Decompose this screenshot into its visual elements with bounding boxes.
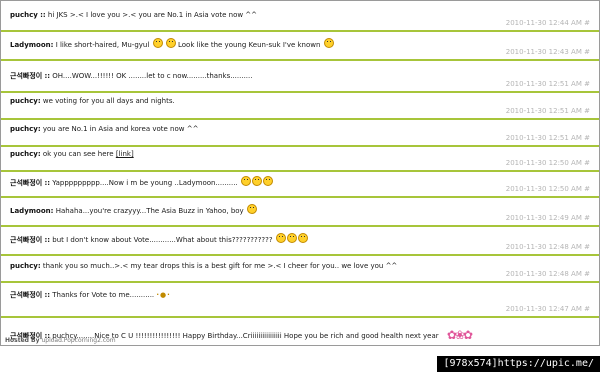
comment-text: you are No.1 in Asia and korea vote now …: [42, 125, 199, 133]
comment-item: puchcy: ok you can see here [link] 2010-…: [1, 147, 599, 172]
comment-text: we voting for you all days and nights.: [42, 97, 175, 105]
comment-text: Hahaha...you're crazyyy...The Asia Buzz …: [55, 207, 244, 215]
comment-date: 2010-11-30 12:44 AM: [505, 19, 582, 27]
comment-link[interactable]: [link]: [116, 150, 134, 158]
comment-permalink[interactable]: #: [584, 19, 590, 27]
comment-meta: 2010-11-30 12:49 AM #: [506, 214, 590, 222]
comment-item: puchcy: thank you so much..>.< my tear d…: [1, 256, 599, 283]
comment-item: Ladymoon: I like short-haired, Mu-gyul L…: [1, 32, 599, 61]
comment-text: Look like the young Keun-suk I've known: [178, 41, 321, 49]
comment-permalink[interactable]: #: [584, 185, 590, 193]
comment-text: thank you so much..>.< my tear drops thi…: [42, 262, 398, 270]
comment-author[interactable]: 근석빠정이: [10, 72, 42, 80]
comment-permalink[interactable]: #: [584, 80, 590, 88]
comment-meta: 2010-11-30 12:50 AM #: [506, 185, 590, 193]
comment-author[interactable]: 근석빠정이: [10, 179, 42, 187]
comment-date: 2010-11-30 12:48 AM: [505, 270, 582, 278]
comment-item: 근석빠정이 :: OH....WOW...!!!!!! OK ........l…: [1, 61, 599, 93]
comment-author[interactable]: 근석빠정이: [10, 291, 42, 299]
comment-meta: 2010-11-30 12:44 AM #: [506, 19, 590, 27]
smiley-icon: [275, 233, 286, 243]
comment-meta: 2010-11-30 12:51 AM #: [506, 80, 590, 88]
smiley-icon: [165, 38, 176, 48]
smiley-icon: [240, 176, 251, 186]
comment-item: 근석빠정이 :: Thanks for Vote to me..........…: [1, 283, 599, 318]
comment-author[interactable]: puchcy:: [10, 150, 41, 158]
flowers-icon: ✿❀✿: [446, 328, 473, 342]
comment-separator: ::: [44, 179, 51, 187]
comment-item: 근석빠정이 :: Yappppppppp....Now i m be young…: [1, 172, 599, 198]
comment-meta: 2010-11-30 12:51 AM #: [506, 107, 590, 115]
comment-text: Thanks for Vote to me...........: [52, 291, 155, 299]
comment-separator: ::: [44, 72, 51, 80]
comment-text: Yappppppppp....Now i m be young ..Ladymo…: [52, 179, 238, 187]
comment-meta: 2010-11-30 12:51 AM #: [506, 134, 590, 142]
comment-author[interactable]: Ladymoon:: [10, 207, 53, 215]
comment-text: OH....WOW...!!!!!! OK ........let to c n…: [52, 72, 253, 80]
comment-permalink[interactable]: #: [584, 134, 590, 142]
comment-author[interactable]: puchcy: [10, 11, 38, 19]
comment-meta: 2010-11-30 12:43 AM #: [506, 48, 590, 56]
comment-text: hi JKS >.< I love you >.< you are No.1 i…: [47, 11, 258, 19]
comment-text: but I don't know about Vote............W…: [52, 236, 273, 244]
emoticon-icon: ·●·: [156, 291, 171, 299]
comment-permalink[interactable]: #: [584, 270, 590, 278]
comment-date: 2010-11-30 12:48 AM: [505, 243, 582, 251]
comment-permalink[interactable]: #: [584, 214, 590, 222]
smiley-icon: [152, 38, 163, 48]
comment-date: 2010-11-30 12:49 AM: [505, 214, 582, 222]
smiley-icon: [297, 233, 308, 243]
hosted-by-label: Hosted By: [5, 337, 40, 344]
comment-date: 2010-11-30 12:51 AM: [505, 107, 582, 115]
comment-item: puchcy :: hi JKS >.< I love you >.< you …: [1, 1, 599, 32]
comment-separator: ::: [44, 236, 51, 244]
comment-date: 2010-11-30 12:50 AM: [505, 185, 582, 193]
comment-author[interactable]: puchcy:: [10, 97, 41, 105]
comment-item: 근석빠정이 :: but I don't know about Vote....…: [1, 227, 599, 256]
comment-date: 2010-11-30 12:51 AM: [505, 80, 582, 88]
smiley-icon: [246, 204, 257, 214]
smiley-icon: [286, 233, 297, 243]
comment-text: ok you can see here: [42, 150, 114, 158]
smiley-icon: [323, 38, 334, 48]
hosted-by-watermark: Hosted By upload.Popcorning2.com: [5, 337, 116, 344]
comment-text: I like short-haired, Mu-gyul: [55, 41, 150, 49]
guestbook-frame: puchcy :: hi JKS >.< I love you >.< you …: [0, 0, 600, 346]
host-name: upload.Popcorning2.com: [41, 337, 116, 344]
comment-permalink[interactable]: #: [584, 305, 590, 313]
comment-item: Ladymoon: Hahaha...you're crazyyy...The …: [1, 198, 599, 227]
comment-item: puchcy: you are No.1 in Asia and korea v…: [1, 120, 599, 147]
comment-permalink[interactable]: #: [584, 48, 590, 56]
comment-meta: 2010-11-30 12:48 AM #: [506, 243, 590, 251]
comment-meta: 2010-11-30 12:47 AM #: [506, 305, 590, 313]
comment-meta: 2010-11-30 12:48 AM #: [506, 270, 590, 278]
comment-author[interactable]: 근석빠정이: [10, 236, 42, 244]
comment-author[interactable]: puchcy:: [10, 262, 41, 270]
comment-date: 2010-11-30 12:51 AM: [505, 134, 582, 142]
comment-permalink[interactable]: #: [584, 243, 590, 251]
comment-author[interactable]: puchcy:: [10, 125, 41, 133]
comment-permalink[interactable]: #: [584, 107, 590, 115]
comment-date: 2010-11-30 12:43 AM: [505, 48, 582, 56]
comment-meta: 2010-11-30 12:50 AM #: [506, 159, 590, 167]
comment-separator: ::: [40, 11, 46, 19]
smiley-icon: [251, 176, 262, 186]
comment-date: 2010-11-30 12:47 AM: [505, 305, 582, 313]
comment-date: 2010-11-30 12:50 AM: [505, 159, 582, 167]
comment-separator: ::: [44, 291, 51, 299]
comment-author[interactable]: Ladymoon:: [10, 41, 53, 49]
image-host-stamp: [978x574]https://upic.me/: [437, 356, 600, 372]
comment-item: puchcy: we voting for you all days and n…: [1, 93, 599, 120]
comment-permalink[interactable]: #: [584, 159, 590, 167]
smiley-icon: [262, 176, 273, 186]
